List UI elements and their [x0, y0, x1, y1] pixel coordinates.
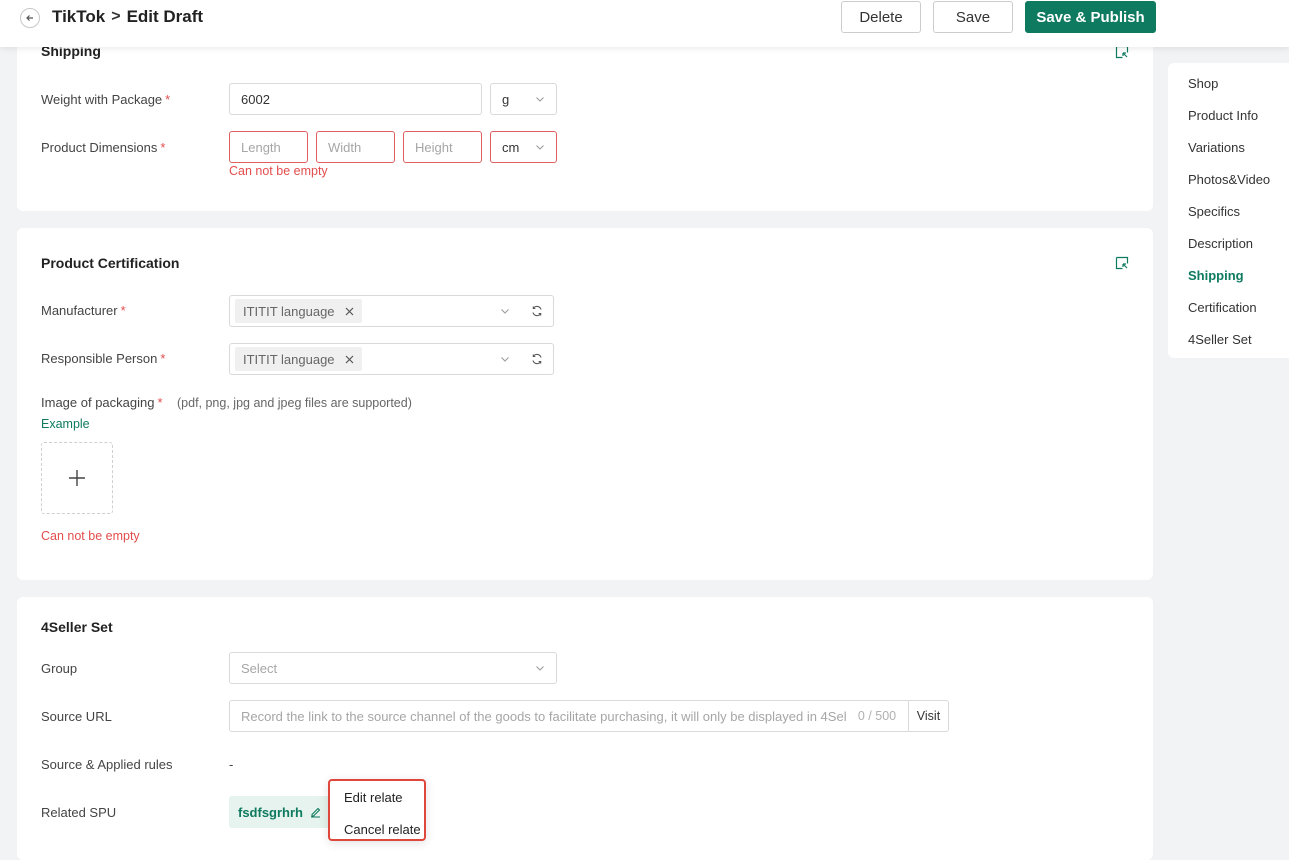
chevron-down-icon — [501, 309, 509, 314]
required-mark: * — [160, 140, 166, 155]
dimension-unit-value: cm — [502, 139, 520, 155]
shipping-card: Shipping Weight with Package * 6002 g Pro… — [17, 20, 1153, 211]
height-input[interactable]: Height — [403, 131, 482, 163]
related-spu-chip[interactable]: fsdfsgrhrh — [229, 796, 331, 828]
certification-card: Product Certification Manufacturer * ITIT… — [17, 228, 1153, 580]
close-icon[interactable] — [345, 307, 354, 316]
manufacturer-label-text: Manufacturer — [41, 303, 118, 318]
refresh-icon — [532, 353, 542, 365]
width-placeholder: Width — [328, 139, 362, 155]
manufacturer-tag-text: ITITIT language — [243, 303, 335, 319]
nav-item-shop[interactable]: Shop — [1188, 76, 1218, 91]
group-select[interactable]: Select — [229, 652, 557, 684]
group-placeholder: Select — [241, 660, 278, 676]
required-mark: * — [165, 92, 171, 107]
width-input[interactable]: Width — [316, 131, 395, 163]
breadcrumb-app[interactable]: TikTok — [52, 7, 105, 27]
dimension-unit-select[interactable]: cm — [490, 131, 557, 163]
chevron-down-icon — [536, 666, 544, 671]
chevron-down-icon — [501, 357, 509, 362]
breadcrumb-separator: > — [111, 8, 121, 25]
responsible-person-select[interactable]: ITITIT language — [229, 343, 522, 375]
collapse-icon[interactable] — [1115, 45, 1129, 59]
certification-title: Product Certification — [41, 255, 180, 271]
group-label: Group — [41, 661, 78, 676]
dimensions-label-text: Product Dimensions — [41, 140, 158, 155]
length-placeholder: Length — [241, 139, 281, 155]
height-placeholder: Height — [415, 139, 453, 155]
edit-icon[interactable] — [309, 806, 322, 819]
weight-label: Weight with Package * — [41, 92, 170, 107]
relate-popup-menu: Edit relate Cancel relate — [328, 779, 426, 841]
required-mark: * — [157, 395, 163, 410]
manufacturer-select[interactable]: ITITIT language — [229, 295, 522, 327]
nav-item-certification[interactable]: Certification — [1188, 300, 1257, 315]
nav-item-shipping[interactable]: Shipping — [1188, 268, 1244, 283]
chevron-down-icon — [536, 145, 544, 150]
required-mark: * — [120, 303, 126, 318]
breadcrumb: TikTok > Edit Draft — [52, 7, 203, 27]
packaging-file-hint: (pdf, png, jpg and jpeg files are suppor… — [177, 396, 412, 410]
edit-relate-menu-item[interactable]: Edit relate — [344, 790, 403, 805]
section-nav: Shop Product Info Variations Photos&Vide… — [1168, 63, 1289, 358]
seller-set-title: 4Seller Set — [41, 619, 113, 635]
chevron-down-icon — [536, 97, 544, 102]
delete-button[interactable]: Delete — [841, 1, 921, 33]
collapse-icon[interactable] — [1115, 256, 1129, 270]
related-spu-label: Related SPU — [41, 805, 117, 820]
upload-packaging-button[interactable] — [41, 442, 113, 514]
related-spu-value: fsdfsgrhrh — [238, 804, 303, 820]
dimensions-label: Product Dimensions * — [41, 140, 165, 155]
refresh-icon — [532, 305, 542, 317]
seller-set-card: 4Seller Set Group Select Source URL Reco… — [17, 597, 1153, 860]
packaging-image-label: Image of packaging * — [41, 395, 163, 410]
weight-input[interactable]: 6002 — [229, 83, 482, 115]
responsible-person-refresh-button[interactable] — [521, 343, 554, 375]
example-link[interactable]: Example — [41, 417, 90, 431]
dimensions-error: Can not be empty — [229, 164, 328, 178]
weight-value: 6002 — [241, 91, 270, 107]
source-url-char-count: 0 / 500 — [857, 709, 897, 723]
manufacturer-label: Manufacturer * — [41, 303, 126, 318]
save-publish-button[interactable]: Save & Publish — [1025, 1, 1156, 33]
nav-item-variations[interactable]: Variations — [1188, 140, 1245, 155]
manufacturer-refresh-button[interactable] — [521, 295, 554, 327]
source-rules-value: - — [229, 757, 234, 772]
page-title: Edit Draft — [126, 7, 204, 26]
manufacturer-tag: ITITIT language — [235, 299, 362, 323]
nav-item-product-info[interactable]: Product Info — [1188, 108, 1258, 123]
nav-item-4seller-set[interactable]: 4Seller Set — [1188, 332, 1252, 347]
packaging-error: Can not be empty — [41, 529, 140, 543]
source-rules-label: Source & Applied rules — [41, 757, 173, 772]
source-url-placeholder: Record the link to the source channel of… — [241, 708, 846, 724]
responsible-person-label: Responsible Person * — [41, 351, 165, 366]
weight-label-text: Weight with Package — [41, 92, 163, 107]
save-button[interactable]: Save — [933, 1, 1013, 33]
length-input[interactable]: Length — [229, 131, 308, 163]
close-icon[interactable] — [345, 355, 354, 364]
packaging-image-label-text: Image of packaging — [41, 395, 155, 410]
nav-item-photos-video[interactable]: Photos&Video — [1188, 172, 1270, 187]
responsible-person-tag: ITITIT language — [235, 347, 362, 371]
plus-icon — [69, 470, 85, 486]
responsible-person-label-text: Responsible Person — [41, 351, 158, 366]
responsible-person-tag-text: ITITIT language — [243, 351, 335, 367]
cancel-relate-menu-item[interactable]: Cancel relate — [344, 822, 421, 837]
back-button[interactable] — [20, 8, 40, 28]
required-mark: * — [160, 351, 166, 366]
nav-item-description[interactable]: Description — [1188, 236, 1253, 251]
weight-unit-select[interactable]: g — [490, 83, 557, 115]
source-url-input[interactable]: Record the link to the source channel of… — [229, 700, 949, 732]
nav-item-specifics[interactable]: Specifics — [1188, 204, 1240, 219]
weight-unit-value: g — [502, 91, 510, 107]
source-url-label: Source URL — [41, 709, 112, 724]
visit-button[interactable]: Visit — [908, 701, 948, 731]
arrow-left-icon — [26, 15, 33, 21]
top-bar: TikTok > Edit Draft Delete Save Save & P… — [0, 0, 1289, 47]
